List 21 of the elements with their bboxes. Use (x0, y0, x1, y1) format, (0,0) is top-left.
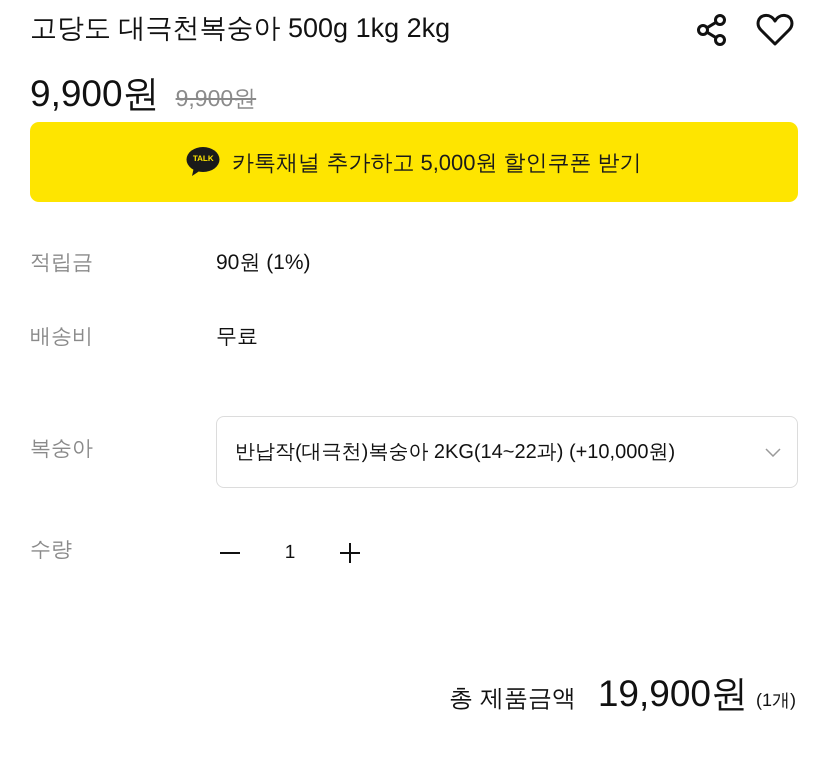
quantity-label: 수량 (30, 537, 73, 563)
product-title: 고당도 대극천복숭아 500g 1kg 2kg (30, 12, 450, 45)
option-select[interactable]: 반납작(대극천)복숭아 2KG(14~22과) (+10,000원) (216, 416, 798, 488)
sale-price: 9,900원 (30, 72, 160, 116)
option-value: 반납작(대극천)복숭아 2KG(14~22과) (+10,000원) (235, 440, 676, 465)
quantity-value: 1 (284, 541, 296, 565)
talk-label: TALK (192, 154, 215, 164)
total-count: (1개) (756, 689, 796, 712)
plus-icon[interactable] (338, 541, 362, 565)
original-price: 9,900원 (176, 84, 256, 113)
info-value: 무료 (216, 324, 258, 350)
coupon-text: 카톡채널 추가하고 5,000원 할인쿠폰 받기 (232, 148, 642, 176)
info-label: 배송비 (30, 324, 94, 350)
info-label: 적립금 (30, 250, 94, 276)
heart-icon[interactable] (756, 12, 794, 48)
total-amount: 19,900원 (598, 672, 748, 716)
chevron-down-icon (765, 448, 781, 457)
option-label: 복숭아 (30, 436, 94, 462)
info-value: 90원 (1%) (216, 250, 311, 276)
kakao-coupon-banner[interactable]: TALK 카톡채널 추가하고 5,000원 할인쿠폰 받기 (30, 122, 798, 202)
total-label: 총 제품금액 (449, 684, 576, 714)
